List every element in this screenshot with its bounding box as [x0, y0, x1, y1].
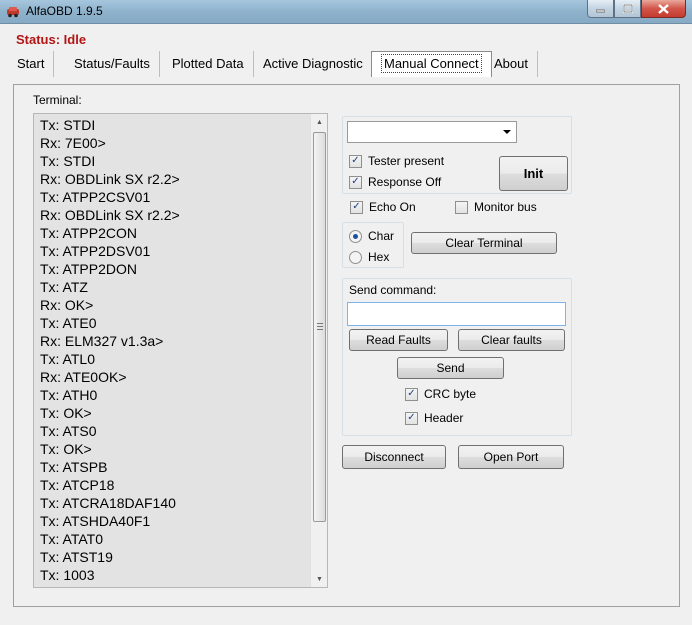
terminal-line: Rx: OK> — [40, 297, 94, 313]
header-label: Header — [424, 411, 464, 425]
close-button[interactable] — [641, 0, 686, 18]
window-controls — [587, 0, 686, 18]
crc-byte-checkbox[interactable]: ✓ CRC byte — [405, 387, 476, 401]
minimize-button[interactable] — [587, 0, 614, 18]
tab-plotted-data[interactable]: Plotted Data — [163, 51, 254, 77]
terminal-line: Tx: ATL0 — [40, 351, 95, 367]
checkbox-response-off[interactable]: ✓ — [349, 175, 362, 189]
clear-faults-button[interactable]: Clear faults — [458, 329, 565, 351]
port-select[interactable] — [347, 121, 517, 143]
send-command-group: Send command: Read Faults Clear faults S… — [342, 278, 572, 436]
tab-manual-connect[interactable]: Manual Connect — [371, 51, 492, 77]
car-icon — [7, 7, 19, 18]
mode-group: Char Hex — [342, 222, 404, 268]
init-button[interactable]: Init — [499, 156, 568, 191]
chevron-down-icon — [503, 130, 511, 134]
terminal-line: Tx: ATCP18 — [40, 477, 115, 493]
checkbox-echo-on[interactable]: ✓ — [350, 200, 363, 214]
tab-label: About — [494, 56, 528, 71]
checkbox-tester-present[interactable]: ✓ — [349, 154, 362, 168]
hex-label: Hex — [368, 250, 390, 264]
clear-terminal-button[interactable]: Clear Terminal — [411, 232, 557, 254]
terminal-line: Tx: 1003 — [40, 567, 95, 583]
char-radio[interactable]: Char — [349, 229, 394, 243]
send-button[interactable]: Send — [397, 357, 504, 379]
terminal-line: Tx: ATPP2DON — [40, 261, 137, 277]
terminal-line: Tx: OK> — [40, 441, 92, 457]
terminal-line: Rx: OBDLink SX r2.2> — [40, 207, 180, 223]
main-window: Status: Idle Start Status/Faults Plotted… — [0, 24, 692, 625]
close-icon — [658, 3, 669, 14]
monitor-bus-label: Monitor bus — [474, 200, 537, 214]
echo-on-label: Echo On — [369, 200, 416, 214]
terminal-line: Tx: ATPP2CON — [40, 225, 137, 241]
checkbox-monitor-bus[interactable] — [455, 200, 468, 214]
send-command-label: Send command: — [349, 283, 437, 297]
tab-strip: Start Status/Faults Plotted Data Active … — [8, 51, 684, 77]
checkbox-crc-byte[interactable]: ✓ — [405, 387, 418, 401]
terminal-line: Tx: ATAT0 — [40, 531, 104, 547]
tab-label: Plotted Data — [172, 56, 244, 71]
tester-present-label: Tester present — [368, 154, 445, 168]
radio-char[interactable] — [349, 229, 362, 243]
tab-label: Active Diagnostic — [263, 56, 363, 71]
tab-about[interactable]: About — [485, 51, 538, 77]
terminal-line: Tx: STDI — [40, 153, 96, 169]
read-faults-button[interactable]: Read Faults — [349, 329, 448, 351]
header-checkbox[interactable]: ✓ Header — [405, 411, 463, 425]
disconnect-button[interactable]: Disconnect — [342, 445, 446, 469]
response-off-checkbox[interactable]: ✓ Response Off — [349, 175, 441, 189]
minimize-icon — [596, 9, 605, 12]
terminal-line: Rx: ELM327 v1.3a> — [40, 333, 164, 349]
hex-radio[interactable]: Hex — [349, 250, 389, 264]
scroll-up-icon[interactable]: ▲ — [311, 114, 327, 130]
terminal-line: Tx: ATZ — [40, 279, 88, 295]
terminal-line: Tx: ATCRA18DAF140 — [40, 495, 176, 511]
maximize-icon — [622, 4, 633, 13]
open-port-button[interactable]: Open Port — [458, 445, 564, 469]
terminal-line: Tx: ATE0 — [40, 315, 97, 331]
terminal-output[interactable]: Tx: STDI Rx: 7E00> Tx: STDI Rx: OBDLink SX … — [33, 113, 328, 588]
radio-hex[interactable] — [349, 250, 362, 264]
terminal-lines: Tx: STDI Rx: 7E00> Tx: STDI Rx: OBDLink SX … — [40, 116, 180, 584]
terminal-line: Tx: STDI — [40, 117, 96, 133]
terminal-line: Tx: ATH0 — [40, 387, 98, 403]
terminal-line: Rx: 7E00> — [40, 135, 106, 151]
tab-label: Manual Connect — [381, 54, 482, 73]
terminal-line: Tx: OK> — [40, 405, 92, 421]
tab-label: Start — [17, 56, 45, 71]
terminal-line: Tx: ATS0 — [40, 423, 97, 439]
crc-byte-label: CRC byte — [424, 387, 477, 401]
echo-on-checkbox[interactable]: ✓ Echo On — [350, 200, 416, 214]
tab-active-diagnostic[interactable]: Active Diagnostic — [254, 51, 373, 77]
command-input[interactable] — [347, 302, 566, 326]
tab-status-faults[interactable]: Status/Faults — [65, 51, 160, 77]
terminal-line: Tx: ATSHDA40F1 — [40, 513, 151, 529]
window-title: AlfaOBD 1.9.5 — [26, 4, 103, 18]
response-off-label: Response Off — [368, 175, 442, 189]
checkbox-header[interactable]: ✓ — [405, 411, 418, 425]
tester-present-checkbox[interactable]: ✓ Tester present — [349, 154, 444, 168]
tab-start[interactable]: Start — [8, 51, 55, 77]
terminal-scrollbar[interactable]: ▲ ▼ — [310, 114, 327, 587]
maximize-button[interactable] — [614, 0, 641, 18]
status-label: Status: Idle — [16, 32, 87, 47]
terminal-label: Terminal: — [33, 93, 82, 107]
monitor-bus-checkbox[interactable]: Monitor bus — [455, 200, 537, 214]
tab-label: Status/Faults — [74, 56, 150, 71]
manual-connect-page: Terminal: Tx: STDI Rx: 7E00> Tx: STDI Rx: O… — [13, 84, 680, 607]
grip-icon — [317, 323, 323, 330]
terminal-line: Tx: ATSPB — [40, 459, 108, 475]
terminal-line: Tx: ATST19 — [40, 549, 113, 565]
terminal-line: Tx: ATPP2DSV01 — [40, 243, 151, 259]
terminal-line: Tx: ATPP2CSV01 — [40, 189, 151, 205]
char-label: Char — [368, 229, 395, 243]
connection-group: ✓ Tester present ✓ Response Off Init — [342, 116, 572, 194]
terminal-line: Rx: ATE0OK> — [40, 369, 127, 385]
scroll-thumb[interactable] — [313, 132, 326, 522]
title-bar: AlfaOBD 1.9.5 — [0, 0, 692, 24]
scroll-down-icon[interactable]: ▼ — [311, 571, 327, 587]
terminal-line: Rx: OBDLink SX r2.2> — [40, 171, 180, 187]
